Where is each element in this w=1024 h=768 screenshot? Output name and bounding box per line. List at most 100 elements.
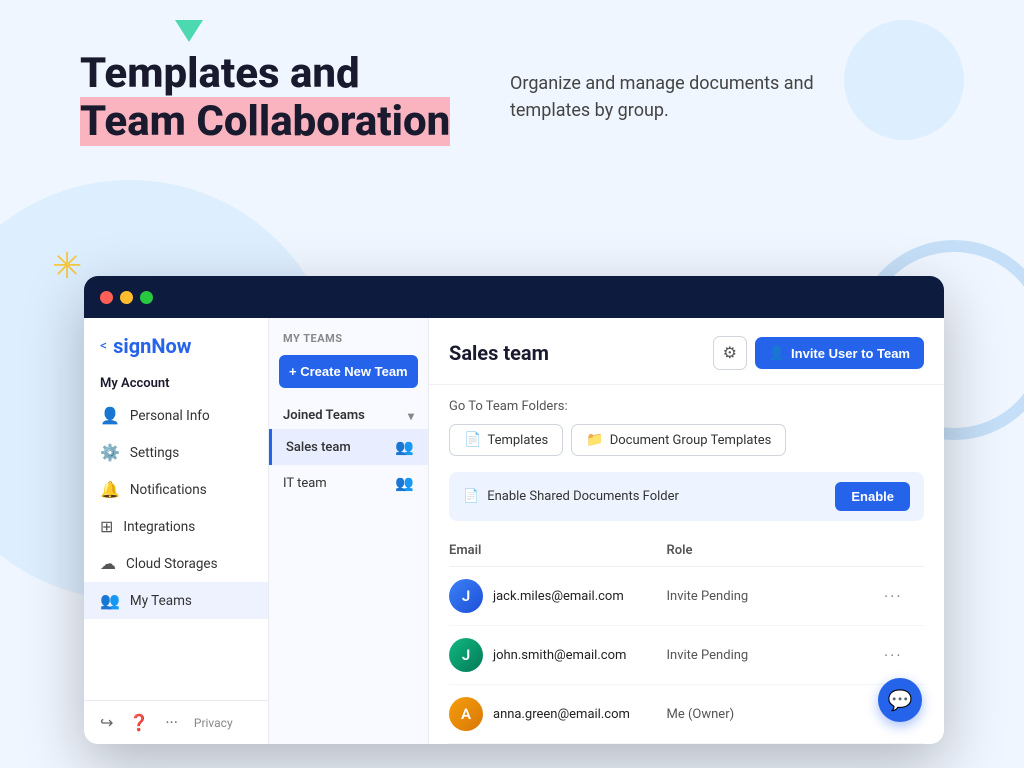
shared-folder-bar: 📄 Enable Shared Documents Folder Enable	[449, 472, 924, 521]
email-text: jack.miles@email.com	[493, 589, 624, 604]
team-name: IT team	[283, 476, 327, 491]
avatar: A	[449, 697, 483, 731]
brand-logo: signNow	[113, 334, 191, 358]
back-arrow[interactable]: <	[100, 338, 107, 354]
header-actions: ⚙ 👤 Invite User to Team	[713, 336, 924, 370]
sidebar-item-label: Integrations	[123, 519, 195, 535]
window-controls	[100, 291, 153, 304]
chat-fab-button[interactable]: 💬	[878, 678, 922, 722]
headline-line2: Team Collaboration	[80, 97, 450, 146]
folders-label: Go To Team Folders:	[449, 399, 924, 414]
folders-tabs: 📄 Templates 📁 Document Group Templates	[449, 424, 924, 456]
gear-icon: ⚙	[723, 343, 737, 363]
main-header: Sales team ⚙ 👤 Invite User to Team	[429, 318, 944, 385]
sidebar-item-cloud-storages[interactable]: ☁ Cloud Storages	[84, 545, 268, 582]
table-header: Email Role	[449, 535, 924, 567]
sidebar-item-label: My Teams	[130, 593, 192, 609]
member-email-cell: J john.smith@email.com	[449, 638, 667, 672]
sidebar-item-personal-info[interactable]: 👤 Personal Info	[84, 397, 268, 434]
close-button[interactable]	[100, 291, 113, 304]
headline: Templates and Team Collaboration	[80, 50, 450, 147]
email-column-header: Email	[449, 543, 667, 558]
sidebar-item-integrations[interactable]: ⊞ Integrations	[84, 508, 268, 545]
role-column-header: Role	[667, 543, 885, 558]
document-group-templates-tab[interactable]: 📁 Document Group Templates	[571, 424, 786, 456]
table-row: A anna.green@email.com Me (Owner)	[449, 685, 924, 744]
settings-icon: ⚙️	[100, 443, 120, 462]
table-row: J john.smith@email.com Invite Pending ··…	[449, 626, 924, 685]
sidebar-item-my-teams[interactable]: 👥 My Teams	[84, 582, 268, 619]
member-role-cell: Invite Pending	[667, 648, 885, 663]
sidebar: < signNow My Account 👤 Personal Info ⚙️ …	[84, 318, 269, 744]
title-bar	[84, 276, 944, 318]
doc-group-icon: 📁	[586, 432, 603, 448]
cloud-icon: ☁	[100, 554, 116, 573]
create-team-button[interactable]: + Create New Team	[279, 355, 418, 388]
joined-teams-label: Joined Teams	[283, 408, 365, 423]
members-section: Email Role J jack.miles@email.com Invite…	[429, 535, 944, 744]
teams-panel: MY TEAMS + Create New Team Joined Teams …	[269, 318, 429, 744]
triangle-decoration	[175, 20, 203, 42]
headline-line1: Templates and	[80, 49, 360, 98]
sidebar-footer: ↪ ❓ ··· Privacy	[84, 700, 268, 744]
star-decoration: ✳	[52, 248, 82, 284]
subtext: Organize and manage documents and templa…	[510, 70, 890, 124]
sidebar-nav: 👤 Personal Info ⚙️ Settings 🔔 Notificati…	[84, 397, 268, 700]
invite-button-label: Invite User to Team	[791, 346, 910, 361]
templates-label: Templates	[487, 433, 548, 448]
email-text: john.smith@email.com	[493, 648, 626, 663]
gear-button[interactable]: ⚙	[713, 336, 747, 370]
enable-button[interactable]: Enable	[835, 482, 910, 511]
templates-tab[interactable]: 📄 Templates	[449, 424, 563, 456]
avatar: J	[449, 638, 483, 672]
team-item-sales[interactable]: Sales team 👥	[269, 429, 428, 465]
team-title: Sales team	[449, 341, 549, 365]
joined-teams-header: Joined Teams ▾	[269, 400, 428, 429]
minimize-button[interactable]	[120, 291, 133, 304]
shared-folder-info: 📄 Enable Shared Documents Folder	[463, 489, 679, 504]
account-title: My Account	[84, 366, 268, 397]
maximize-button[interactable]	[140, 291, 153, 304]
doc-group-label: Document Group Templates	[610, 433, 772, 448]
member-role-cell: Me (Owner)	[667, 707, 885, 722]
shared-folder-icon: 📄	[463, 489, 479, 504]
more-icon[interactable]: ···	[165, 713, 178, 732]
email-text: anna.green@email.com	[493, 707, 630, 722]
shared-folder-label: Enable Shared Documents Folder	[487, 489, 679, 504]
sidebar-item-settings[interactable]: ⚙️ Settings	[84, 434, 268, 471]
table-row: J jack.miles@email.com Invite Pending ··…	[449, 567, 924, 626]
app-body: < signNow My Account 👤 Personal Info ⚙️ …	[84, 318, 944, 744]
member-actions-button[interactable]: ···	[884, 646, 924, 665]
main-content: Sales team ⚙ 👤 Invite User to Team Go To…	[429, 318, 944, 744]
sidebar-item-label: Personal Info	[130, 408, 210, 424]
help-icon[interactable]: ❓	[129, 713, 149, 732]
team-manage-icon: 👥	[395, 474, 414, 492]
avatar: J	[449, 579, 483, 613]
bell-icon: 🔔	[100, 480, 120, 499]
logout-icon[interactable]: ↪	[100, 713, 113, 732]
sidebar-item-label: Settings	[130, 445, 179, 461]
chevron-down-icon: ▾	[408, 409, 414, 423]
subtext-area: Organize and manage documents and templa…	[510, 70, 890, 124]
header-area: Templates and Team Collaboration	[80, 50, 450, 147]
privacy-link[interactable]: Privacy	[194, 716, 233, 730]
team-name: Sales team	[286, 440, 351, 455]
person-icon: 👤	[100, 406, 120, 425]
sidebar-item-notifications[interactable]: 🔔 Notifications	[84, 471, 268, 508]
member-actions-button[interactable]: ···	[884, 587, 924, 606]
app-window: < signNow My Account 👤 Personal Info ⚙️ …	[84, 276, 944, 744]
sidebar-header: < signNow	[84, 318, 268, 366]
teams-icon: 👥	[100, 591, 120, 610]
member-role-cell: Invite Pending	[667, 589, 885, 604]
member-email-cell: A anna.green@email.com	[449, 697, 667, 731]
member-email-cell: J jack.miles@email.com	[449, 579, 667, 613]
invite-user-button[interactable]: 👤 Invite User to Team	[755, 337, 924, 369]
grid-icon: ⊞	[100, 517, 113, 536]
folders-section: Go To Team Folders: 📄 Templates 📁 Docume…	[429, 385, 944, 468]
teams-section-title: MY TEAMS	[269, 318, 428, 355]
team-manage-icon: 👥	[395, 438, 414, 456]
chat-icon: 💬	[888, 688, 913, 712]
sidebar-item-label: Notifications	[130, 482, 207, 498]
templates-icon: 📄	[464, 432, 481, 448]
team-item-it[interactable]: IT team 👥	[269, 465, 428, 501]
